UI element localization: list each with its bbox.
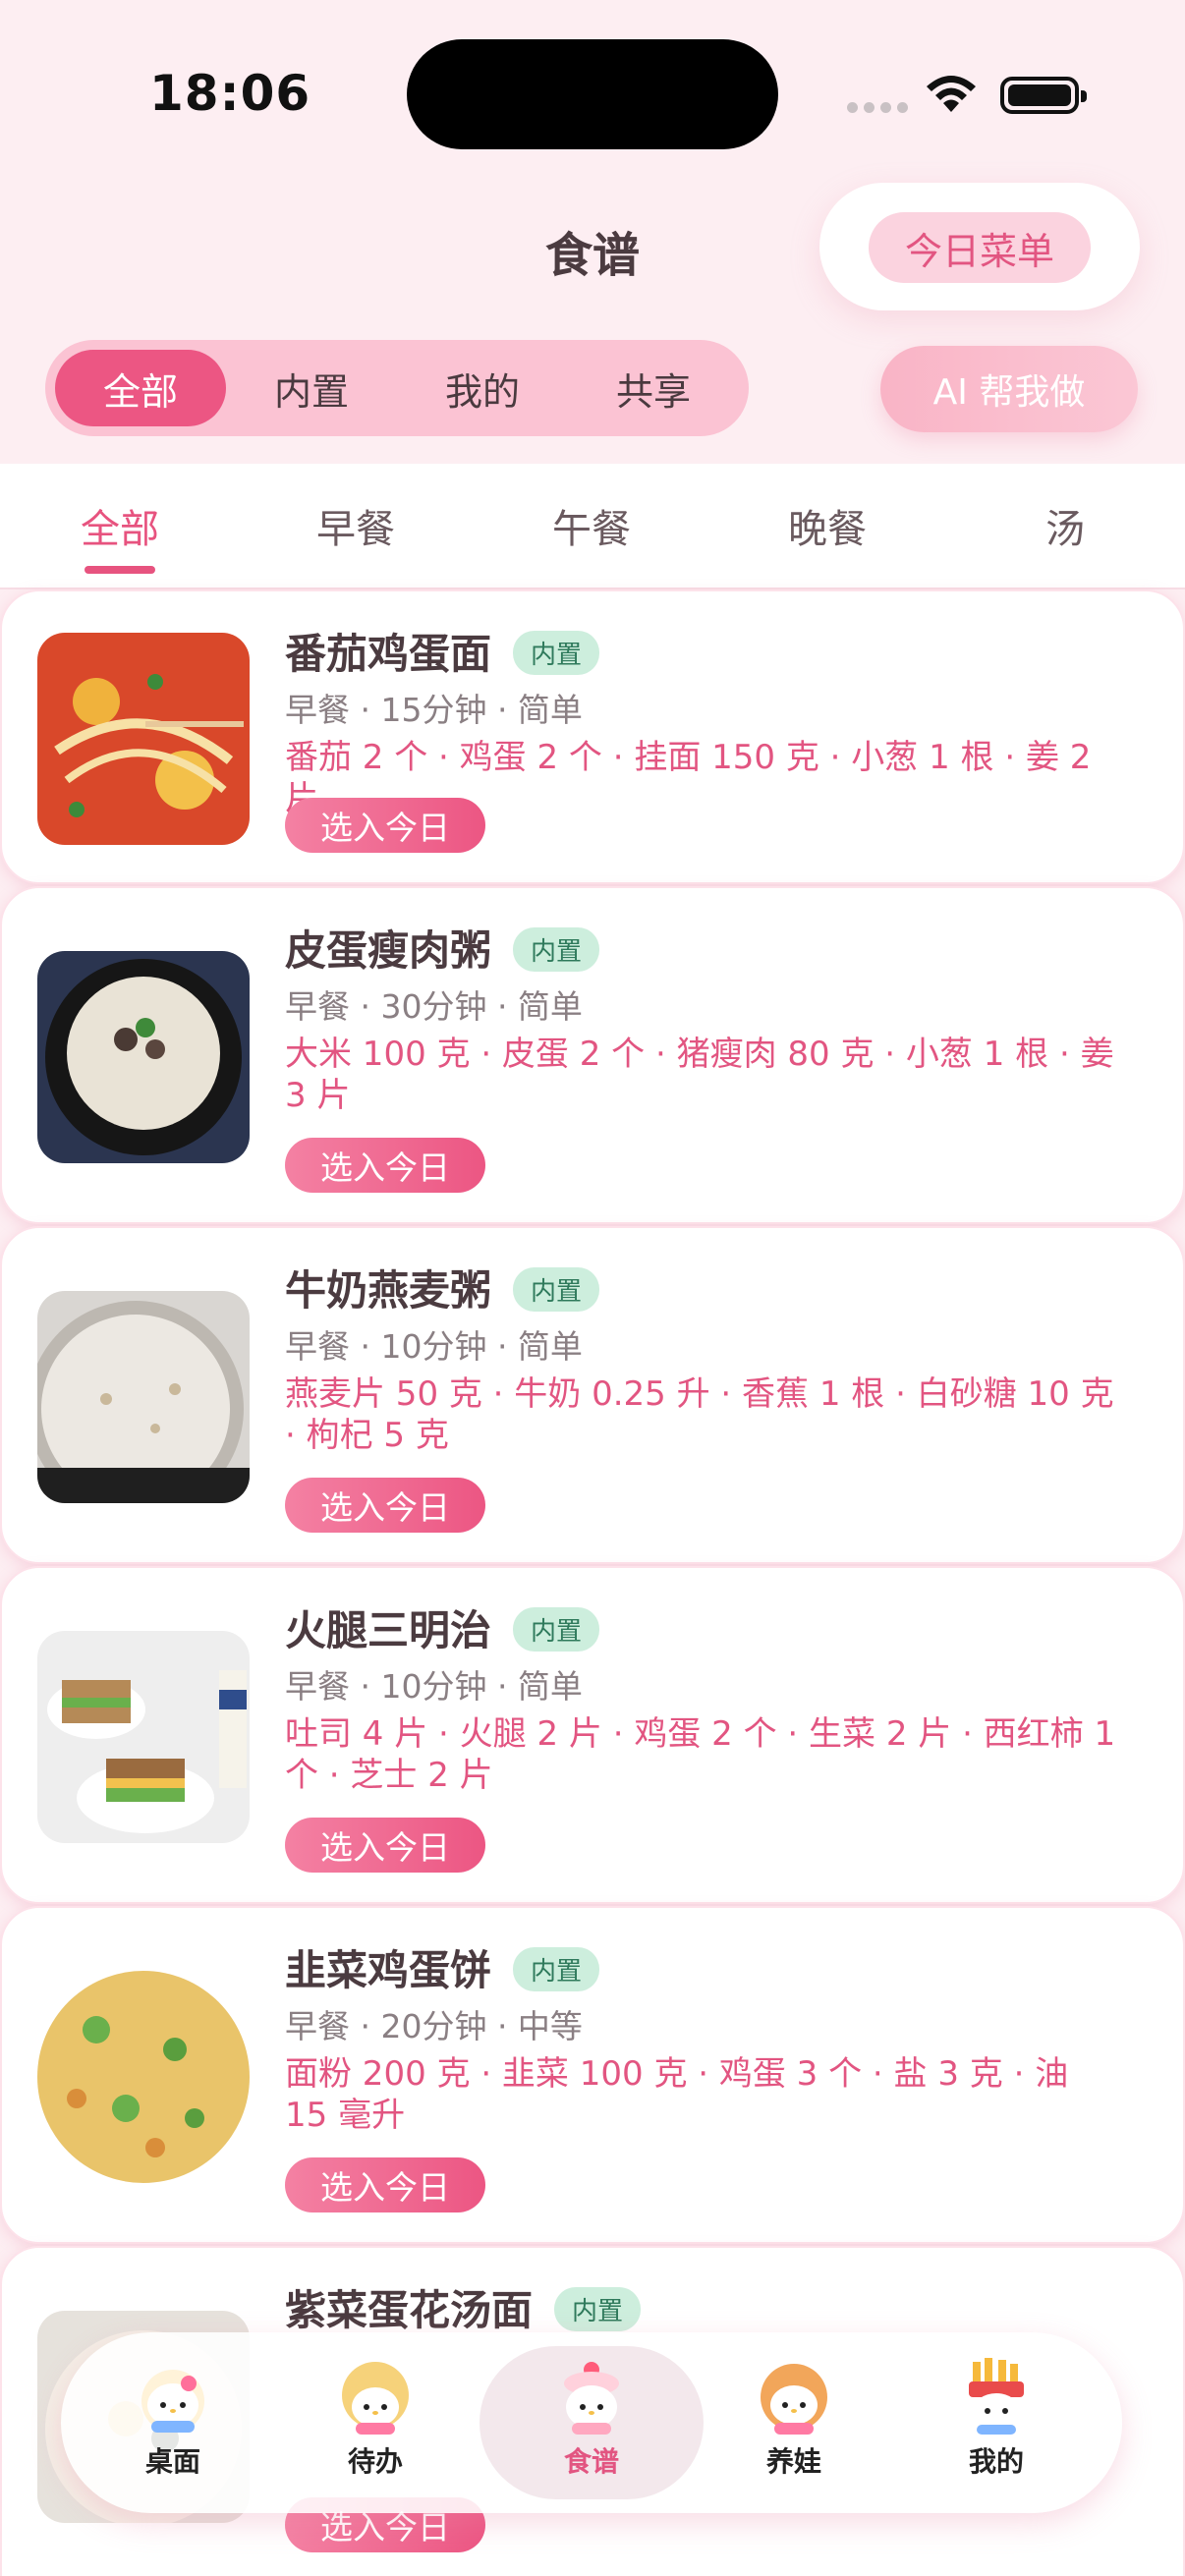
recipe-meta: 早餐 · 30分钟 · 简单 xyxy=(285,987,583,1026)
recipe-name: 火腿三明治 内置 xyxy=(285,1597,600,1657)
builtin-tag: 内置 xyxy=(513,1947,600,1991)
add-to-today-button[interactable]: 选入今日 xyxy=(285,798,485,853)
builtin-tag: 内置 xyxy=(513,1267,600,1312)
recipe-thumbnail xyxy=(37,1631,250,1843)
category-tab-dinner[interactable]: 晚餐 xyxy=(749,497,906,554)
recipe-name: 韭菜鸡蛋饼 内置 xyxy=(285,1937,600,1997)
tab-label: 食谱 xyxy=(563,2445,619,2478)
recipe-name: 牛奶燕麦粥 内置 xyxy=(285,1258,600,1317)
category-tab-soup[interactable]: 汤 xyxy=(987,497,1144,554)
bottom-tab-bar: 桌面 待办 食谱 养娃 我的 xyxy=(61,2332,1122,2513)
kitty-desk-icon xyxy=(141,2370,204,2433)
category-tab-breakfast[interactable]: 早餐 xyxy=(277,497,434,554)
today-menu-button[interactable]: 今日菜单 xyxy=(869,212,1091,283)
kitty-recipe-icon xyxy=(564,2362,619,2435)
recipe-thumbnail xyxy=(37,1291,250,1503)
add-to-today-button[interactable]: 选入今日 xyxy=(285,2157,485,2212)
recipe-thumbnail xyxy=(37,1971,250,2183)
builtin-tag: 内置 xyxy=(513,631,600,675)
dynamic-island xyxy=(407,39,778,149)
recipe-meta: 早餐 · 20分钟 · 中等 xyxy=(285,2007,583,2045)
wifi-icon xyxy=(927,76,976,112)
tab-label: 养娃 xyxy=(765,2445,821,2478)
recipe-ingredients: 燕麦片 50 克 · 牛奶 0.25 升 · 香蕉 1 根 · 白砂糖 10 克… xyxy=(285,1374,1114,1455)
battery-icon xyxy=(1000,77,1087,114)
recipe-ingredients: 大米 100 克 · 皮蛋 2 个 · 猪瘦肉 80 克 · 小葱 1 根 · … xyxy=(285,1035,1114,1115)
recipe-name: 皮蛋瘦肉粥 内置 xyxy=(285,918,600,978)
recipe-meta: 早餐 · 10分钟 · 简单 xyxy=(285,1667,583,1706)
category-tabs: 全部 早餐 午餐 晚餐 汤 xyxy=(0,464,1185,589)
tab-desktop[interactable]: 桌面 xyxy=(96,2346,250,2499)
kitty-todo-icon xyxy=(342,2362,409,2435)
recipe-meta: 早餐 · 15分钟 · 简单 xyxy=(285,691,583,729)
source-segmented-control: 全部 内置 我的 共享 xyxy=(45,340,749,436)
add-to-today-button[interactable]: 选入今日 xyxy=(285,1478,485,1533)
builtin-tag: 内置 xyxy=(513,927,600,972)
builtin-tag: 内置 xyxy=(554,2287,642,2331)
category-tab-all[interactable]: 全部 xyxy=(41,497,198,554)
source-tab-all[interactable]: 全部 xyxy=(55,350,226,426)
recipe-name: 紫菜蛋花汤面 内置 xyxy=(285,2277,642,2337)
tab-recipe[interactable]: 食谱 xyxy=(480,2346,704,2499)
kitty-me-icon xyxy=(969,2358,1024,2435)
category-tab-lunch[interactable]: 午餐 xyxy=(513,497,670,554)
recipe-card[interactable]: 番茄鸡蛋面 内置 早餐 · 15分钟 · 简单 番茄 2 个 · 鸡蛋 2 个 ·… xyxy=(0,589,1185,884)
status-time: 18:06 xyxy=(149,65,311,122)
recipe-card[interactable]: 皮蛋瘦肉粥 内置 早餐 · 30分钟 · 简单 大米 100 克 · 皮蛋 2 个… xyxy=(0,886,1185,1224)
source-tab-builtin[interactable]: 内置 xyxy=(226,350,397,426)
tab-parenting[interactable]: 养娃 xyxy=(717,2346,871,2499)
recipe-thumbnail xyxy=(37,951,250,1163)
source-tab-mine[interactable]: 我的 xyxy=(397,350,568,426)
recipe-meta: 早餐 · 10分钟 · 简单 xyxy=(285,1327,583,1366)
today-menu-container: 今日菜单 xyxy=(819,183,1140,310)
recipe-ingredients: 吐司 4 片 · 火腿 2 片 · 鸡蛋 2 个 · 生菜 2 片 · 西红柿 … xyxy=(285,1714,1116,1795)
builtin-tag: 内置 xyxy=(513,1607,600,1652)
recipe-card[interactable]: 韭菜鸡蛋饼 内置 早餐 · 20分钟 · 中等 面粉 200 克 · 韭菜 100… xyxy=(0,1906,1185,2244)
tab-label: 我的 xyxy=(968,2445,1024,2478)
tab-label: 桌面 xyxy=(144,2445,200,2478)
add-to-today-button[interactable]: 选入今日 xyxy=(285,1138,485,1193)
ai-help-button[interactable]: AI 帮我做 xyxy=(880,346,1138,432)
add-to-today-button[interactable]: 选入今日 xyxy=(285,1818,485,1873)
source-tab-shared[interactable]: 共享 xyxy=(568,350,739,426)
recipe-ingredients: 面粉 200 克 · 韭菜 100 克 · 鸡蛋 3 个 · 盐 3 克 · 油… xyxy=(285,2054,1069,2135)
status-bar: 18:06 xyxy=(0,0,1185,187)
category-active-indicator xyxy=(85,566,155,574)
cellular-signal-icon xyxy=(847,102,908,113)
tab-me[interactable]: 我的 xyxy=(920,2346,1073,2499)
recipe-card[interactable]: 牛奶燕麦粥 内置 早餐 · 10分钟 · 简单 燕麦片 50 克 · 牛奶 0.2… xyxy=(0,1226,1185,1564)
recipe-thumbnail xyxy=(37,633,250,845)
kitty-baby-icon xyxy=(761,2364,827,2435)
tab-todo[interactable]: 待办 xyxy=(299,2346,452,2499)
tab-label: 待办 xyxy=(347,2445,403,2478)
recipe-card[interactable]: 火腿三明治 内置 早餐 · 10分钟 · 简单 吐司 4 片 · 火腿 2 片 ·… xyxy=(0,1566,1185,1904)
recipe-name: 番茄鸡蛋面 内置 xyxy=(285,621,600,681)
